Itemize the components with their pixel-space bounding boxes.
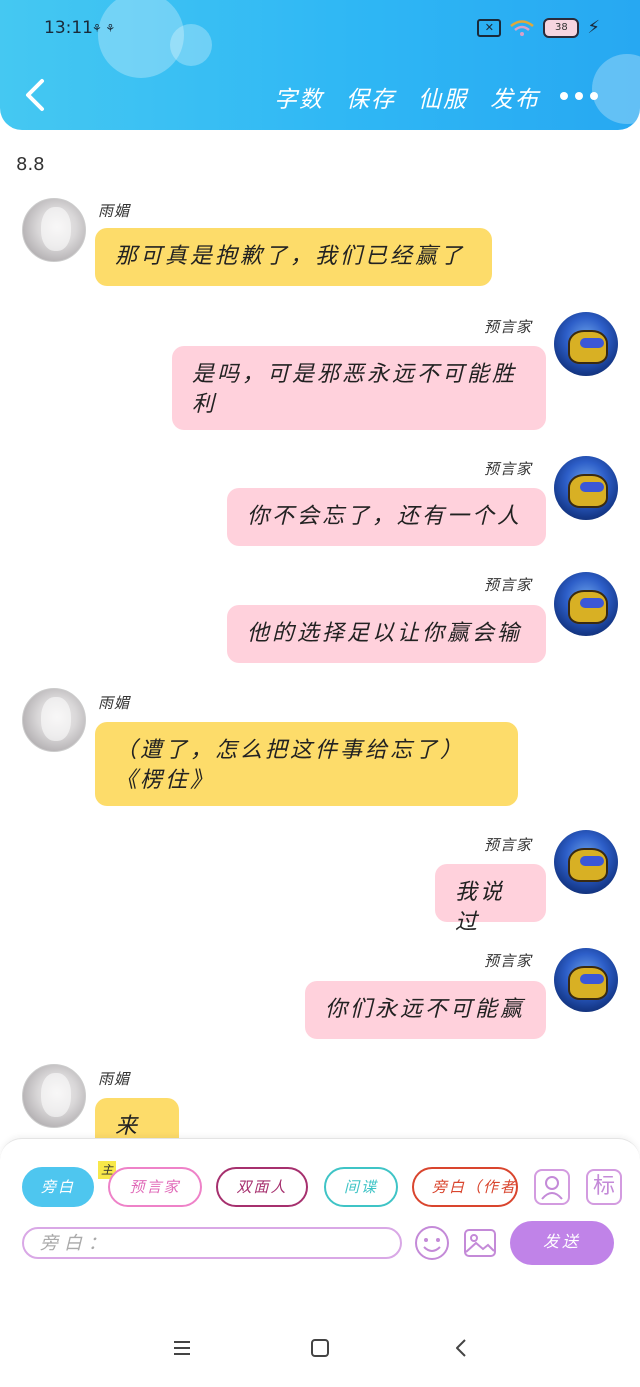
avatar[interactable] <box>22 1064 86 1128</box>
menu-icon[interactable] <box>170 1336 194 1360</box>
chevron-left-icon <box>26 79 44 111</box>
charging-icon: ⚡ <box>587 17 600 38</box>
server-button[interactable]: 仙服 <box>418 80 468 114</box>
message-bubble[interactable]: 他的选择足以让你赢会输 <box>227 605 546 663</box>
back-button[interactable] <box>20 75 50 115</box>
more-dots-icon[interactable] <box>560 92 598 100</box>
image-icon[interactable] <box>462 1225 498 1261</box>
status-icons: ✕ 38 ⚡ <box>477 17 600 38</box>
sender-name: 预言家 <box>484 460 533 478</box>
sender-name: 预言家 <box>484 836 533 854</box>
status-extra-icons: ⚘ ⚘ <box>92 22 116 35</box>
back-triangle-icon[interactable] <box>450 1336 474 1360</box>
message-bubble[interactable]: （遭了，怎么把这件事给忘了）《楞住》 <box>95 722 518 806</box>
chat-date: 8.8 <box>16 154 45 175</box>
send-button[interactable]: 发送 <box>510 1221 614 1265</box>
sender-name: 预言家 <box>484 576 533 594</box>
message-bubble[interactable]: 是吗，可是邪恶永远不可能胜利 <box>172 346 546 430</box>
sender-name: 雨媚 <box>98 1070 131 1088</box>
smiley-icon[interactable] <box>414 1225 450 1261</box>
composer-panel: 旁白 主 预言家 双面人 间谍 旁白（作者） 标 发送 <box>0 1138 640 1311</box>
tag-button[interactable]: 标 <box>586 1169 622 1205</box>
sender-name: 雨媚 <box>98 202 131 220</box>
sender-name: 雨媚 <box>98 694 131 712</box>
wifi-icon <box>509 19 535 37</box>
save-button[interactable]: 保存 <box>346 80 396 114</box>
avatar[interactable] <box>22 688 86 752</box>
publish-button[interactable]: 发布 <box>490 80 540 114</box>
message-bubble[interactable]: 我说过 <box>435 864 546 935</box>
avatar[interactable] <box>554 572 618 636</box>
message-bubble[interactable]: 你不会忘了，还有一个人 <box>227 488 546 546</box>
battery-icon: 38 <box>543 17 580 38</box>
avatar[interactable] <box>554 456 618 520</box>
sender-name: 预言家 <box>484 318 533 336</box>
message-bubble[interactable]: 那可真是抱歉了，我们已经赢了 <box>95 228 492 286</box>
message-bubble[interactable]: 你们永远不可能赢 <box>305 981 546 1039</box>
decorative-bubble <box>170 24 212 66</box>
avatar[interactable] <box>554 830 618 894</box>
decorative-bubble <box>592 54 640 124</box>
close-box-icon: ✕ <box>477 18 502 37</box>
header-actions: 字数 保存 仙服 发布 <box>274 80 540 114</box>
role-chip-narrator[interactable]: 旁白 <box>22 1167 94 1207</box>
avatar[interactable] <box>22 198 86 262</box>
status-time: 13:11 <box>44 18 93 38</box>
avatar[interactable] <box>554 312 618 376</box>
top-app-bar: 13:11 ⚘ ⚘ ✕ 38 ⚡ 字数 保存 仙服 发布 <box>0 0 640 130</box>
word-count-button[interactable]: 字数 <box>274 80 324 114</box>
sender-name: 预言家 <box>484 952 533 970</box>
role-chip-seer[interactable]: 预言家 <box>108 1167 202 1207</box>
role-chip-spy[interactable]: 间谍 <box>324 1167 398 1207</box>
narration-input[interactable] <box>22 1227 402 1259</box>
role-chip-author-narrator[interactable]: 旁白（作者） <box>412 1167 518 1207</box>
home-square-icon[interactable] <box>308 1336 332 1360</box>
system-nav-bar <box>0 1310 640 1387</box>
avatar[interactable] <box>554 948 618 1012</box>
role-chip-two-faced[interactable]: 双面人 <box>216 1167 308 1207</box>
user-card-icon[interactable] <box>534 1169 570 1205</box>
